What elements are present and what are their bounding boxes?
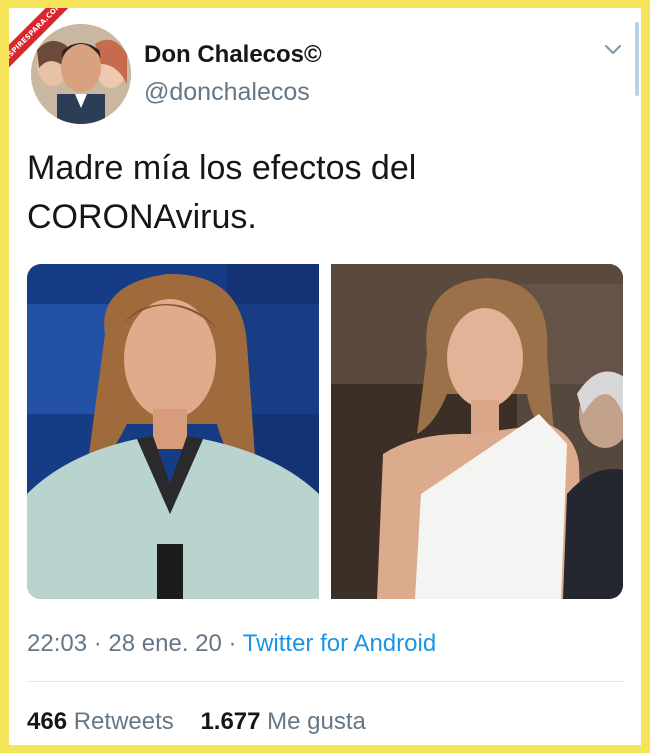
meta-separator: · [93,630,102,657]
divider [27,681,623,682]
tweet-text: Madre mía los efectos del CORONAvirus. [27,149,417,236]
media-photo-right[interactable] [331,264,623,599]
display-name[interactable]: Don Chalecos© [144,41,322,69]
user-handle[interactable]: @donchalecos [144,78,310,107]
scrollbar[interactable] [635,22,639,96]
watermark-badge: ASPIRESPARA.COM [9,8,81,82]
retweets-label: Retweets [73,708,174,735]
tweet-date[interactable]: 28 ene. 20 [108,630,221,657]
tweet-source-link[interactable]: Twitter for Android [243,630,436,657]
tweet-time[interactable]: 22:03 [27,630,87,657]
retweets-stat[interactable]: 466 Retweets [27,708,174,735]
chevron-down-icon[interactable] [602,38,624,60]
engagement-stats: 466 Retweets 1.677 Me gusta [27,708,366,736]
watermark-text: ASPIRESPARA.COM [9,8,81,81]
likes-label: Me gusta [267,708,366,735]
likes-count: 1.677 [200,708,261,735]
media-photo-left[interactable] [27,264,319,599]
tweet-meta: 22:03 · 28 ene. 20 · Twitter for Android [27,630,436,658]
meta-separator: · [228,630,237,657]
tweet-media[interactable] [27,264,623,599]
tweet-card: ASPIRESPARA.COM Don Chalecos© @donchalec… [9,8,641,745]
retweets-count: 466 [27,708,68,735]
likes-stat[interactable]: 1.677 Me gusta [200,708,365,735]
